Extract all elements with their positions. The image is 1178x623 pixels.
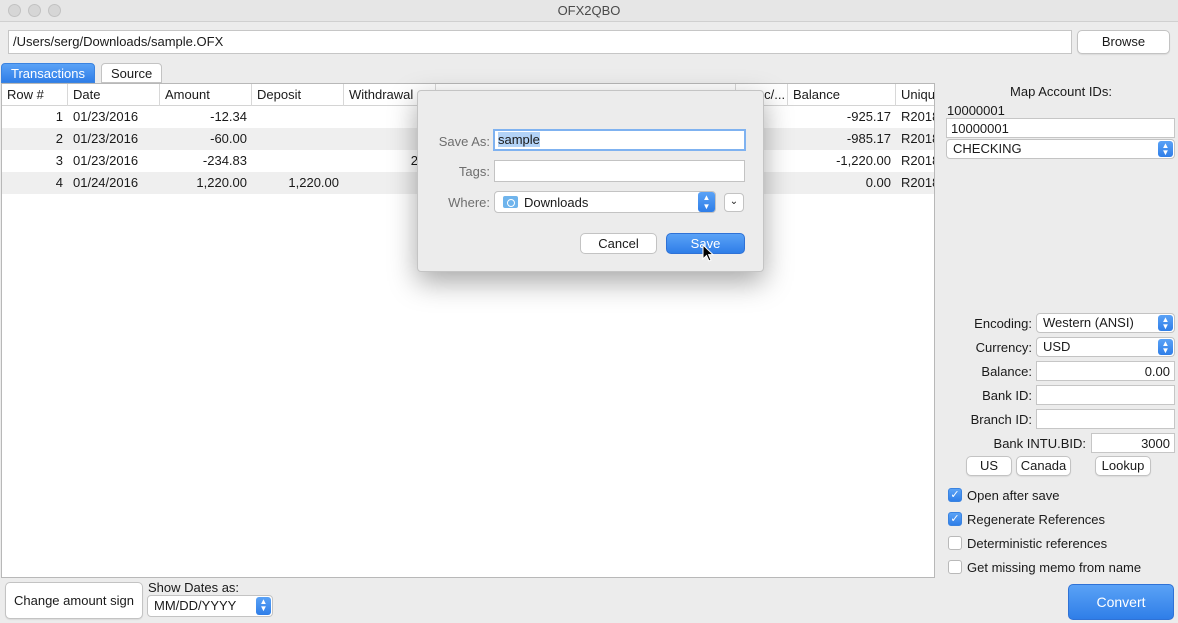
file-path-input[interactable]: /Users/serg/Downloads/sample.OFX — [8, 30, 1072, 54]
where-select[interactable]: Downloads ▲ ▼ — [494, 191, 716, 213]
show-dates-label: Show Dates as: — [148, 580, 240, 595]
bank-id-label: Bank ID: — [982, 388, 1032, 403]
tags-label: Tags: — [458, 164, 490, 179]
mapped-account-id-input[interactable]: 10000001 — [946, 118, 1175, 138]
deterministic-references-label: Deterministic references — [967, 536, 1108, 551]
title-bar: OFX2QBO — [0, 0, 1178, 22]
balance-label: Balance: — [981, 364, 1032, 379]
change-amount-sign-button[interactable]: Change amount sign — [5, 582, 143, 619]
cancel-button[interactable]: Cancel — [580, 233, 657, 254]
regenerate-references-label: Regenerate References — [967, 512, 1106, 527]
save-as-label: Save As: — [438, 134, 490, 149]
chevron-updown-icon: ▲ ▼ — [698, 192, 715, 212]
chevron-updown-icon: ▲ ▼ — [1158, 141, 1173, 157]
encoding-select[interactable]: Western (ANSI) ▲ ▼ — [1036, 313, 1175, 333]
bank-intu-bid-input[interactable]: 3000 — [1091, 433, 1175, 453]
cell-deposit — [252, 150, 344, 172]
source-account-id: 10000001 — [947, 103, 1005, 118]
checkmark-icon: ✓ — [950, 489, 960, 501]
branch-id-input[interactable] — [1036, 409, 1175, 429]
encoding-value: Western (ANSI) — [1043, 315, 1134, 330]
cell-deposit — [252, 128, 344, 150]
account-type-select[interactable]: CHECKING ▲ ▼ — [946, 139, 1175, 159]
save-as-input[interactable]: sample — [493, 129, 746, 151]
bank-intu-bid-label: Bank INTU.BID: — [993, 436, 1086, 451]
cell-unique-id: R2018 — [901, 153, 934, 168]
cell-date: 01/23/2016 — [73, 131, 139, 146]
cell-balance: -985.17 — [846, 131, 891, 146]
cell-amount: -60.00 — [210, 131, 247, 146]
currency-select[interactable]: USD ▲ ▼ — [1036, 337, 1175, 357]
branch-id-label: Branch ID: — [970, 412, 1032, 427]
expand-dialog-chevron-icon[interactable]: ⌄ — [724, 193, 744, 212]
column-header-unique-id[interactable]: Uniqu — [896, 84, 934, 106]
encoding-label: Encoding: — [974, 316, 1032, 331]
balance-input[interactable]: 0.00 — [1036, 361, 1175, 381]
cell-row-number: 3 — [55, 153, 63, 168]
cell-deposit — [252, 106, 344, 128]
bank-id-input[interactable] — [1036, 385, 1175, 405]
tab-transactions[interactable]: Transactions — [1, 63, 95, 83]
regenerate-references-checkbox[interactable]: ✓ — [948, 512, 962, 526]
account-type-value: CHECKING — [953, 141, 1022, 156]
currency-label: Currency: — [975, 340, 1032, 355]
deterministic-references-checkbox[interactable] — [948, 536, 962, 550]
cell-deposit: 1,220.00 — [288, 175, 339, 190]
where-value: Downloads — [524, 195, 589, 210]
open-after-save-checkbox[interactable]: ✓ — [948, 488, 962, 502]
cell-amount: 1,220.00 — [196, 175, 247, 190]
date-format-select[interactable]: MM/DD/YYYY ▲ ▼ — [147, 595, 273, 617]
cell-balance: -925.17 — [846, 109, 891, 124]
folder-icon — [503, 196, 518, 208]
cell-amount: -12.34 — [210, 109, 247, 124]
get-missing-memo-label: Get missing memo from name — [967, 560, 1142, 575]
currency-value: USD — [1043, 339, 1071, 354]
where-label: Where: — [448, 195, 490, 210]
us-button[interactable]: US — [966, 456, 1012, 476]
cell-amount: -234.83 — [202, 153, 247, 168]
checkmark-icon: ✓ — [950, 513, 960, 525]
browse-button[interactable]: Browse — [1077, 30, 1170, 54]
open-after-save-label: Open after save — [967, 488, 1060, 503]
cell-unique-id: R2018 — [901, 131, 934, 146]
canada-button[interactable]: Canada — [1016, 456, 1071, 476]
column-header-row-number[interactable]: Row # — [2, 84, 68, 106]
column-header-balance[interactable]: Balance — [788, 84, 896, 106]
column-header-date[interactable]: Date — [68, 84, 160, 106]
chevron-updown-icon: ▲ ▼ — [1158, 315, 1173, 331]
save-as-value: sample — [498, 132, 540, 147]
cell-row-number: 4 — [55, 175, 63, 190]
lookup-button[interactable]: Lookup — [1095, 456, 1151, 476]
cell-row-number: 2 — [55, 131, 63, 146]
column-header-amount[interactable]: Amount — [160, 84, 252, 106]
cell-balance: -1,220.00 — [836, 153, 891, 168]
cell-date: 01/23/2016 — [73, 153, 139, 168]
cell-unique-id: R2018 — [901, 175, 934, 190]
mouse-cursor-icon — [702, 244, 714, 262]
convert-button[interactable]: Convert — [1068, 584, 1174, 620]
window-title: OFX2QBO — [557, 3, 621, 18]
cell-date: 01/24/2016 — [73, 175, 139, 190]
date-format-value: MM/DD/YYYY — [154, 598, 237, 613]
get-missing-memo-checkbox[interactable] — [948, 560, 962, 574]
map-account-ids-title: Map Account IDs: — [1010, 84, 1112, 99]
cell-unique-id: R2018 — [901, 109, 934, 124]
chevron-updown-icon: ▲ ▼ — [1158, 339, 1173, 355]
chevron-updown-icon: ▲ ▼ — [256, 597, 271, 615]
cell-balance: 0.00 — [865, 175, 891, 190]
tab-source[interactable]: Source — [101, 63, 163, 83]
cell-date: 01/23/2016 — [73, 109, 139, 124]
cell-row-number: 1 — [55, 109, 63, 124]
column-header-deposit[interactable]: Deposit — [252, 84, 344, 106]
tags-input[interactable] — [494, 160, 745, 182]
